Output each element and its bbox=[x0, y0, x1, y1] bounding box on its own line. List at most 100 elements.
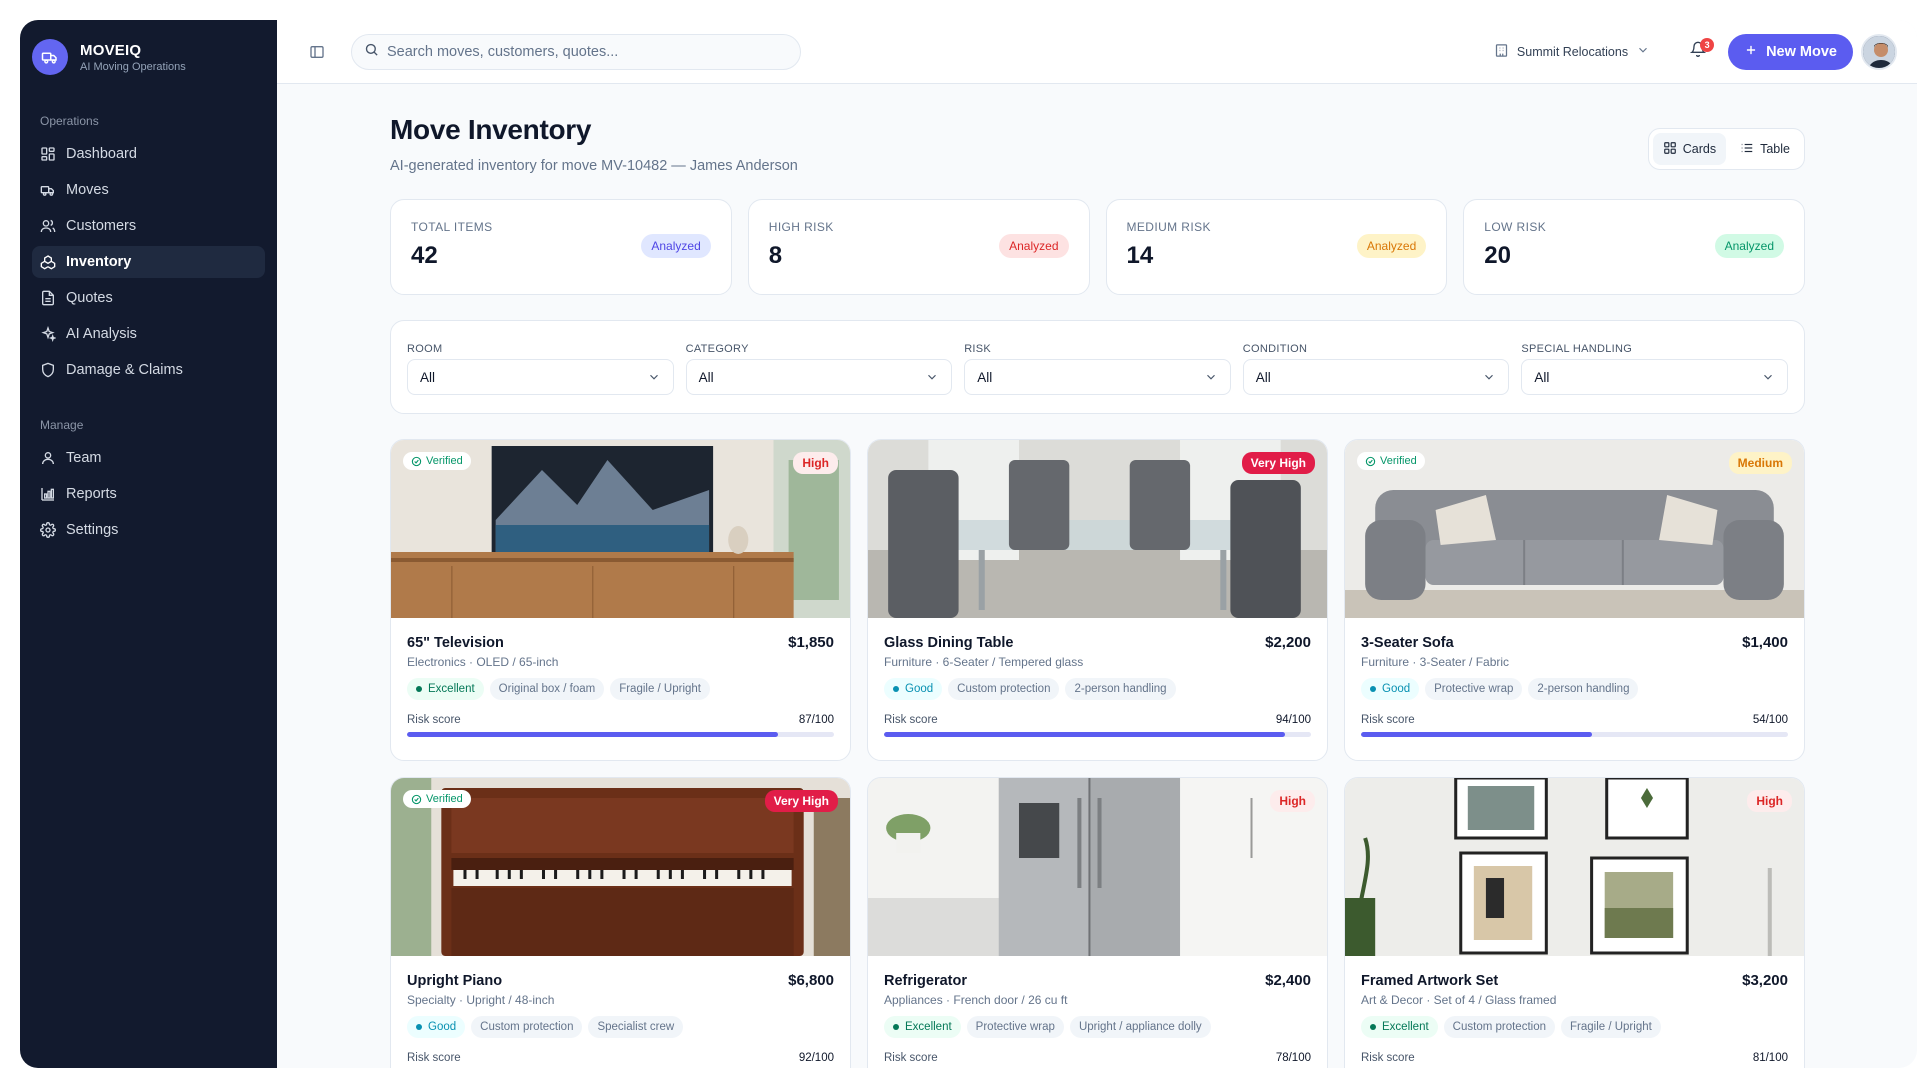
condition-label: Excellent bbox=[428, 683, 475, 695]
stat-label: MEDIUM RISK bbox=[1126, 220, 1211, 234]
handling-chip: Specialist crew bbox=[588, 1016, 684, 1038]
stat-value: 8 bbox=[768, 242, 783, 269]
filter-value: All bbox=[698, 369, 714, 385]
item-photo: Verified Very High bbox=[391, 778, 850, 956]
inventory-card[interactable]: Verified Very High Upright Piano $6,800 Spec… bbox=[390, 777, 851, 1068]
truck-icon bbox=[40, 182, 56, 198]
item-photo: Very High bbox=[868, 440, 1327, 618]
risk-badge: High bbox=[793, 452, 838, 474]
org-switcher[interactable]: Summit Relocations bbox=[1494, 43, 1650, 61]
dashboard-icon bbox=[40, 146, 56, 162]
sidebar-item-dashboard[interactable]: Dashboard bbox=[32, 138, 265, 170]
verified-badge: Verified bbox=[403, 790, 471, 808]
search-bar[interactable] bbox=[351, 33, 801, 70]
filter-select-room[interactable]: All bbox=[407, 359, 674, 395]
condition-chip: Good bbox=[884, 678, 943, 700]
sidebar-item-reports[interactable]: Reports bbox=[32, 478, 265, 510]
sidebar-item-settings[interactable]: Settings bbox=[32, 514, 265, 546]
sidebar-item-label: Dashboard bbox=[66, 146, 137, 162]
item-price: $3,200 bbox=[1742, 972, 1788, 989]
item-name: 65" Television bbox=[407, 635, 504, 651]
item-name: 3-Seater Sofa bbox=[1361, 635, 1454, 651]
filter-value: All bbox=[977, 369, 993, 385]
item-price: $6,800 bbox=[788, 972, 834, 989]
chevron-down-icon bbox=[925, 370, 939, 384]
filter-select-special-handling[interactable]: All bbox=[1521, 359, 1788, 395]
item-photo: High bbox=[868, 778, 1327, 956]
users-icon bbox=[40, 218, 56, 234]
risk-score-label: Risk score bbox=[407, 714, 461, 726]
sidebar-item-ai-analysis[interactable]: AI Analysis bbox=[32, 318, 265, 350]
bar-chart-icon bbox=[40, 486, 56, 502]
brand[interactable]: MOVEIQ AI Moving Operations bbox=[32, 34, 265, 78]
risk-score-label: Risk score bbox=[1361, 714, 1415, 726]
risk-score-value: 78/100 bbox=[1275, 1052, 1311, 1064]
inventory-card[interactable]: High Framed Artwork Set $3,200 Art & Decor … bbox=[1344, 777, 1805, 1068]
brand-tagline: AI Moving Operations bbox=[80, 60, 186, 73]
condition-chip: Excellent bbox=[1361, 1016, 1438, 1038]
stat-card: HIGH RISK 8 Analyzed bbox=[747, 199, 1090, 295]
sidebar-item-moves[interactable]: Moves bbox=[32, 174, 265, 206]
item-price: $2,400 bbox=[1265, 972, 1311, 989]
condition-chip: Good bbox=[1361, 678, 1420, 700]
item-name: Glass Dining Table bbox=[884, 635, 1014, 651]
truck-logo-icon bbox=[32, 39, 68, 75]
status-badge: Analyzed bbox=[641, 234, 711, 258]
sidebar-item-damage-claims[interactable]: Damage & Claims bbox=[32, 354, 265, 386]
handling-chip: Fragile / Upright bbox=[610, 678, 710, 700]
boxes-icon bbox=[40, 254, 56, 270]
risk-badge: High bbox=[1270, 790, 1315, 812]
search-icon bbox=[364, 42, 379, 62]
shield-icon bbox=[40, 362, 56, 378]
new-move-button[interactable]: New Move bbox=[1728, 33, 1853, 70]
sidebar-item-team[interactable]: Team bbox=[32, 442, 265, 474]
check-circle-icon bbox=[1365, 456, 1376, 467]
risk-score-fill bbox=[1361, 732, 1592, 737]
chevron-down-icon bbox=[1204, 370, 1218, 384]
stat-value: 20 bbox=[1484, 242, 1511, 269]
sidebar-toggle-icon[interactable] bbox=[305, 40, 329, 64]
sidebar-item-label: Damage & Claims bbox=[66, 362, 183, 378]
status-badge: Analyzed bbox=[1356, 234, 1427, 258]
chevron-down-icon bbox=[1636, 43, 1650, 60]
risk-score-label: Risk score bbox=[1361, 1052, 1415, 1064]
filter-select-risk[interactable]: All bbox=[964, 359, 1231, 395]
item-price: $1,850 bbox=[788, 634, 834, 651]
item-meta: Furniture · 6-Seater / Tempered glass bbox=[884, 655, 1084, 669]
new-move-label: New Move bbox=[1766, 43, 1837, 60]
risk-score-bar bbox=[407, 732, 834, 737]
brand-name: MOVEIQ bbox=[80, 41, 142, 59]
sidebar-item-customers[interactable]: Customers bbox=[32, 210, 265, 242]
risk-score-value: 81/100 bbox=[1752, 1052, 1788, 1064]
app-window: MOVEIQ AI Moving Operations Operations D… bbox=[20, 20, 1917, 1068]
stat-label: HIGH RISK bbox=[768, 220, 834, 234]
filter-label: ROOM bbox=[407, 343, 443, 355]
filter-label: RISK bbox=[964, 343, 992, 355]
risk-badge: Very High bbox=[764, 790, 838, 812]
item-name: Refrigerator bbox=[884, 973, 967, 989]
filter-select-category[interactable]: All bbox=[685, 359, 953, 395]
grid-icon bbox=[1663, 141, 1677, 158]
filter-label: SPECIAL HANDLING bbox=[1521, 343, 1633, 355]
view-table-button[interactable]: Table bbox=[1730, 133, 1800, 165]
filters-panel: ROOM All CATEGORY All RISK All CONDITION All SPE… bbox=[390, 320, 1805, 414]
inventory-card[interactable]: Verified Medium 3-Seater Sofa $1,400 Furnitu… bbox=[1344, 439, 1805, 761]
handling-chip: Fragile / Upright bbox=[1561, 1016, 1661, 1038]
search-input[interactable] bbox=[387, 43, 788, 60]
sidebar-item-quotes[interactable]: Quotes bbox=[32, 282, 265, 314]
view-cards-button[interactable]: Cards bbox=[1652, 133, 1727, 165]
user-avatar[interactable] bbox=[1861, 33, 1897, 70]
handling-chip: 2-person handling bbox=[1065, 678, 1176, 700]
verified-badge: Verified bbox=[1357, 452, 1425, 470]
filter-room: ROOM All bbox=[407, 343, 674, 397]
item-meta: Furniture · 3-Seater / Fabric bbox=[1361, 655, 1510, 669]
item-price: $1,400 bbox=[1742, 634, 1788, 651]
filter-select-condition[interactable]: All bbox=[1242, 359, 1510, 395]
stat-value: 42 bbox=[411, 242, 438, 269]
sidebar-item-inventory[interactable]: Inventory bbox=[32, 246, 265, 278]
risk-badge: Very High bbox=[1241, 452, 1315, 474]
inventory-card[interactable]: High Refrigerator $2,400 Appliances · Frenc… bbox=[867, 777, 1328, 1068]
inventory-card[interactable]: Very High Glass Dining Table $2,200 Furnitu… bbox=[867, 439, 1328, 761]
notifications-button[interactable]: 3 bbox=[1686, 37, 1715, 64]
inventory-card[interactable]: Verified High 65" Television $1,850 Electron… bbox=[390, 439, 851, 761]
